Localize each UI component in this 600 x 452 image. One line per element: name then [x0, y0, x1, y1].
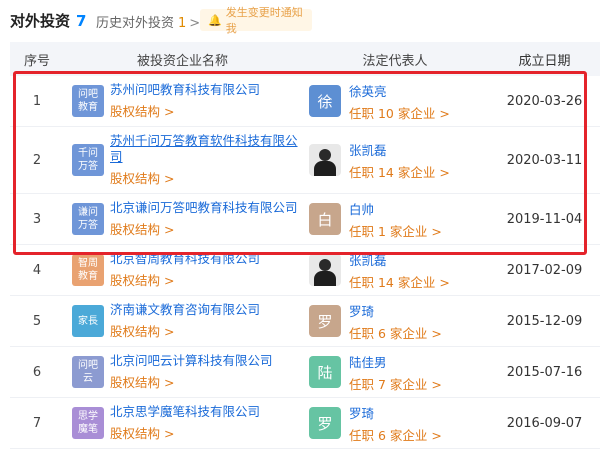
- rep-positions-link[interactable]: 任职 10 家企业 >: [349, 103, 450, 122]
- chevron-right-icon: >: [189, 16, 201, 31]
- section-title: 对外投资 7: [10, 10, 86, 31]
- row-index: 2: [32, 152, 42, 168]
- founded-date: 2019-11-04: [506, 211, 583, 227]
- rep-name-link[interactable]: 张凯磊: [349, 140, 450, 159]
- equity-structure-link[interactable]: 股权结构 >: [110, 219, 298, 238]
- rep-name-link[interactable]: 陆佳男: [349, 352, 442, 371]
- company-cell: 千问 万答 苏州千问万答教育软件科技有限公司 股权结构 >: [64, 133, 301, 187]
- company-name-link[interactable]: 济南谦文教育咨询有限公司: [110, 302, 260, 318]
- company-cell: 家長 济南谦文教育咨询有限公司 股权结构 >: [64, 302, 301, 340]
- investment-table: 序号 被投资企业名称 法定代表人 成立日期 1 问吧 教育 苏州问吧教育科技有限公…: [10, 42, 600, 449]
- founded-date: 2020-03-11: [506, 152, 583, 168]
- equity-structure-link[interactable]: 股权结构 >: [110, 270, 260, 289]
- col-header-rep: 法定代表人: [362, 53, 428, 69]
- rep-cell: 张凯磊 任职 14 家企业 >: [301, 250, 489, 291]
- equity-structure-link[interactable]: 股权结构 >: [110, 101, 260, 120]
- company-cell: 思学 魔笔 北京思学魔笔科技有限公司 股权结构 >: [64, 404, 301, 442]
- table-row: 4 智周 教育 北京智周教育科技有限公司 股权结构 > 张凯磊 任职 14 家企业…: [10, 245, 600, 296]
- rep-positions-link[interactable]: 任职 7 家企业 >: [349, 374, 442, 393]
- equity-structure-link[interactable]: 股权结构 >: [110, 168, 301, 187]
- table-row: 7 思学 魔笔 北京思学魔笔科技有限公司 股权结构 > 罗 罗琦 任职 6 家企业…: [10, 398, 600, 449]
- rep-name-link[interactable]: 白帅: [349, 199, 442, 218]
- company-name-link[interactable]: 苏州千问万答教育软件科技有限公司: [110, 133, 301, 165]
- avatar: 陆: [309, 356, 341, 388]
- rep-name-link[interactable]: 徐英亮: [349, 81, 450, 100]
- history-count: 1: [178, 16, 187, 31]
- rep-name-link[interactable]: 罗琦: [349, 403, 442, 422]
- company-name-link[interactable]: 苏州问吧教育科技有限公司: [110, 82, 260, 98]
- table-row: 2 千问 万答 苏州千问万答教育软件科技有限公司 股权结构 > 张凯磊 任职 14…: [10, 127, 600, 194]
- company-logo: 千问 万答: [72, 144, 104, 176]
- notify-label: 发生变更时通知我: [225, 6, 303, 35]
- rep-positions-link[interactable]: 任职 1 家企业 >: [349, 221, 442, 240]
- col-header-date: 成立日期: [518, 53, 571, 69]
- company-logo: 思学 魔笔: [72, 407, 104, 439]
- founded-date: 2020-03-26: [506, 93, 583, 109]
- avatar: 徐: [309, 85, 341, 117]
- history-label: 历史对外投资: [96, 16, 175, 31]
- notify-button[interactable]: 🔔 发生变更时通知我: [200, 6, 312, 35]
- founded-date: 2015-07-16: [506, 364, 583, 380]
- company-cell: 问吧云 北京问吧云计算科技有限公司 股权结构 >: [64, 353, 301, 391]
- equity-structure-link[interactable]: 股权结构 >: [110, 321, 260, 340]
- equity-structure-link[interactable]: 股权结构 >: [110, 423, 260, 442]
- rep-cell: 白 白帅 任职 1 家企业 >: [301, 199, 489, 240]
- bell-icon: 🔔: [208, 13, 222, 27]
- company-cell: 智周 教育 北京智周教育科技有限公司 股权结构 >: [64, 251, 301, 289]
- table-row: 6 问吧云 北京问吧云计算科技有限公司 股权结构 > 陆 陆佳男 任职 7 家企…: [10, 347, 600, 398]
- rep-positions-link[interactable]: 任职 6 家企业 >: [349, 323, 442, 342]
- founded-date: 2015-12-09: [506, 313, 583, 329]
- company-name-link[interactable]: 北京智周教育科技有限公司: [110, 251, 260, 267]
- row-index: 1: [32, 93, 42, 109]
- rep-cell: 罗 罗琦 任职 6 家企业 >: [301, 403, 489, 444]
- company-logo: 谦问 万答: [72, 203, 104, 235]
- company-name-link[interactable]: 北京问吧云计算科技有限公司: [110, 353, 273, 369]
- section-header: 对外投资 7 历史对外投资 1 > 🔔 发生变更时通知我: [0, 0, 600, 38]
- history-investment-link[interactable]: 历史对外投资 1 >: [96, 12, 200, 31]
- title-count: 7: [76, 12, 87, 30]
- company-name-link[interactable]: 北京思学魔笔科技有限公司: [110, 404, 260, 420]
- avatar: 罗: [309, 407, 341, 439]
- company-name-link[interactable]: 北京谦问万答吧教育科技有限公司: [110, 200, 298, 216]
- title-label: 对外投资: [10, 12, 71, 30]
- rep-cell: 罗 罗琦 任职 6 家企业 >: [301, 301, 489, 342]
- table-row: 1 问吧 教育 苏州问吧教育科技有限公司 股权结构 > 徐 徐英亮 任职 10 家…: [10, 76, 600, 127]
- company-logo: 问吧云: [72, 356, 104, 388]
- founded-date: 2016-09-07: [506, 415, 583, 431]
- avatar-photo: [309, 144, 341, 176]
- col-header-company: 被投资企业名称: [136, 53, 228, 69]
- avatar: 罗: [309, 305, 341, 337]
- avatar: 白: [309, 203, 341, 235]
- company-logo: 智周 教育: [72, 254, 104, 286]
- row-index: 5: [32, 313, 42, 329]
- company-logo: 问吧 教育: [72, 85, 104, 117]
- avatar-photo: [309, 254, 341, 286]
- rep-cell: 陆 陆佳男 任职 7 家企业 >: [301, 352, 489, 393]
- row-index: 6: [32, 364, 42, 380]
- table-header: 序号 被投资企业名称 法定代表人 成立日期: [10, 42, 600, 76]
- rep-positions-link[interactable]: 任职 6 家企业 >: [349, 425, 442, 444]
- table-row: 3 谦问 万答 北京谦问万答吧教育科技有限公司 股权结构 > 白 白帅 任职 1 …: [10, 194, 600, 245]
- equity-structure-link[interactable]: 股权结构 >: [110, 372, 273, 391]
- rep-name-link[interactable]: 罗琦: [349, 301, 442, 320]
- company-logo: 家長: [72, 305, 104, 337]
- rep-positions-link[interactable]: 任职 14 家企业 >: [349, 272, 450, 291]
- row-index: 4: [32, 262, 42, 278]
- founded-date: 2017-02-09: [506, 262, 583, 278]
- company-cell: 问吧 教育 苏州问吧教育科技有限公司 股权结构 >: [64, 82, 301, 120]
- company-cell: 谦问 万答 北京谦问万答吧教育科技有限公司 股权结构 >: [64, 200, 301, 238]
- rep-cell: 徐 徐英亮 任职 10 家企业 >: [301, 81, 489, 122]
- row-index: 7: [32, 415, 42, 431]
- rep-positions-link[interactable]: 任职 14 家企业 >: [349, 162, 450, 181]
- rep-cell: 张凯磊 任职 14 家企业 >: [301, 140, 489, 181]
- rep-name-link[interactable]: 张凯磊: [349, 250, 450, 269]
- table-row: 5 家長 济南谦文教育咨询有限公司 股权结构 > 罗 罗琦 任职 6 家企业 >…: [10, 296, 600, 347]
- row-index: 3: [32, 211, 42, 227]
- col-header-idx: 序号: [23, 53, 50, 69]
